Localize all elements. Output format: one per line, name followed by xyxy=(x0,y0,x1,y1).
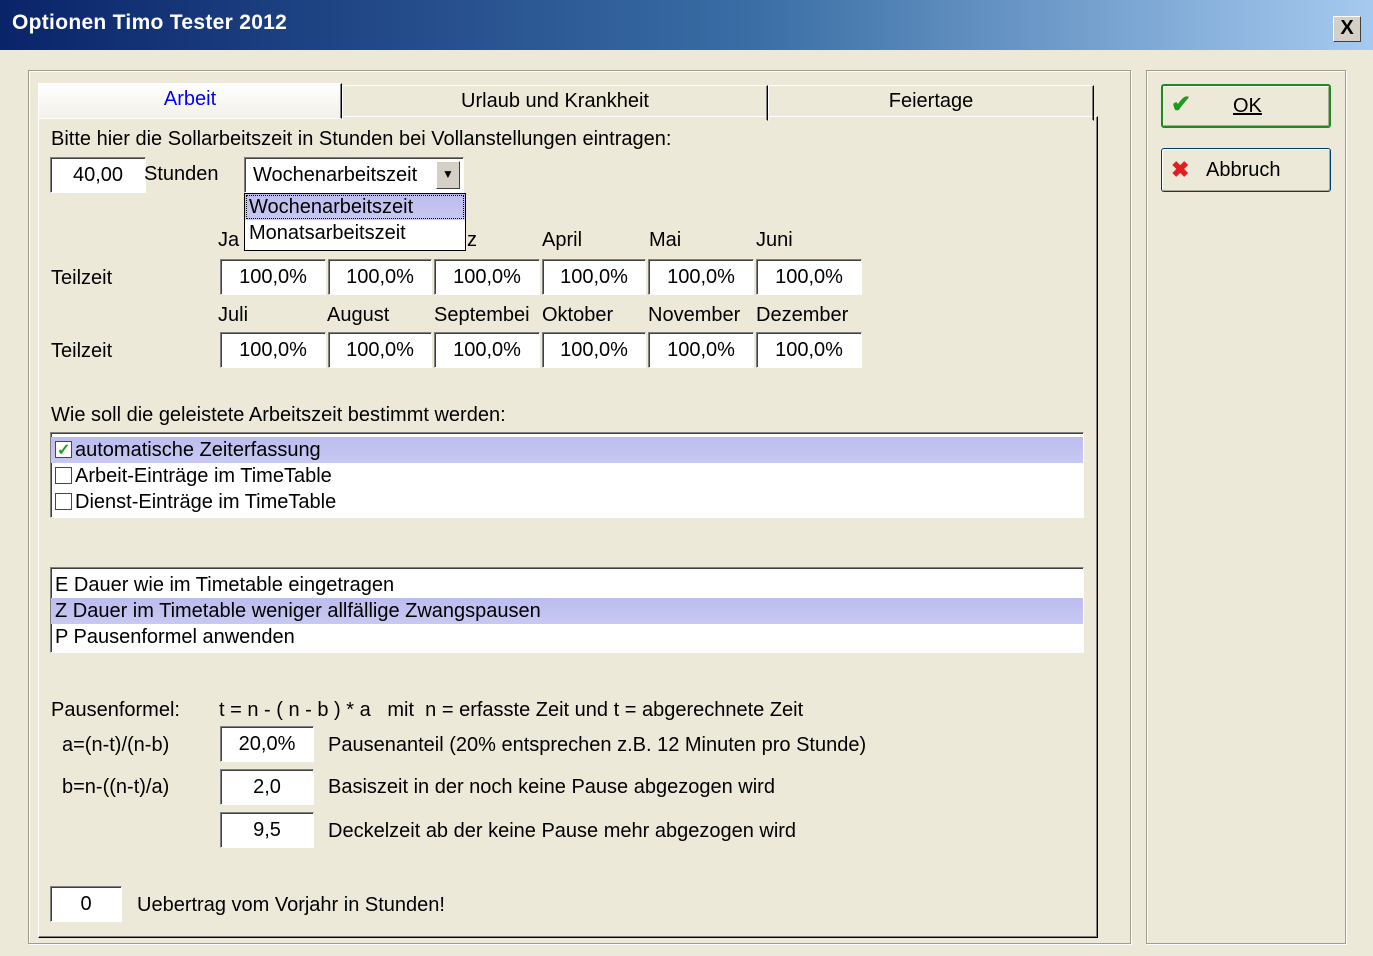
month-label-jun: Juni xyxy=(756,229,793,251)
teilzeit-mar[interactable]: 100,0% xyxy=(434,259,540,295)
cancel-button[interactable]: ✖ Abbruch xyxy=(1161,148,1331,192)
a-label: a=(n-t)/(n-b) xyxy=(62,734,170,756)
dropdown-arrow-icon[interactable]: ▼ xyxy=(436,161,460,189)
teilzeit-label-1: Teilzeit xyxy=(51,267,113,289)
teilzeit-sep[interactable]: 100,0% xyxy=(434,332,540,368)
duration-listbox[interactable]: E Dauer wie im Timetable eingetragen Z D… xyxy=(50,567,1084,653)
teilzeit-oct[interactable]: 100,0% xyxy=(542,332,646,368)
worktime-mode-dropdown: Wochenarbeitszeit Monatsarbeitszeit xyxy=(244,193,466,251)
ok-button[interactable]: ✔ OK xyxy=(1161,84,1331,128)
checkbox-unchecked-icon[interactable] xyxy=(55,493,72,510)
b-input[interactable]: 2,0 xyxy=(220,769,314,805)
checklist-item-automatic[interactable]: ✓ automatische Zeiterfassung xyxy=(51,437,1083,463)
checkbox-unchecked-icon[interactable] xyxy=(55,467,72,484)
formula-label: Pausenformel: xyxy=(51,699,180,721)
red-x-icon: ✖ xyxy=(1171,157,1190,182)
intro-text: Bitte hier die Sollarbeitszeit in Stunde… xyxy=(51,128,672,150)
list-item[interactable]: P Pausenformel anwenden xyxy=(51,624,1083,650)
cap-description: Deckelzeit ab der keine Pause mehr abgez… xyxy=(328,820,797,842)
close-button[interactable]: X xyxy=(1333,16,1361,42)
month-label-nov: November xyxy=(648,304,741,326)
month-label-mar: z xyxy=(467,229,477,251)
formula-text: t = n - ( n - b ) * a mit n = erfasste Z… xyxy=(219,699,804,721)
checklist-item-arbeit[interactable]: Arbeit-Einträge im TimeTable xyxy=(51,463,1083,489)
carryover-input[interactable]: 0 xyxy=(50,886,122,922)
button-group xyxy=(1146,70,1346,944)
month-label-jan: Ja xyxy=(218,229,240,251)
teilzeit-feb[interactable]: 100,0% xyxy=(328,259,432,295)
dropdown-option-wochenarbeitszeit[interactable]: Wochenarbeitszeit xyxy=(245,194,465,220)
hours-input[interactable]: 40,00 xyxy=(50,157,146,193)
checklist-label: Arbeit-Einträge im TimeTable xyxy=(75,465,332,487)
teilzeit-label-2: Teilzeit xyxy=(51,340,113,362)
worktime-mode-value: Wochenarbeitszeit xyxy=(253,164,418,186)
checklist-label: automatische Zeiterfassung xyxy=(75,439,321,461)
ok-label: OK xyxy=(1233,95,1262,117)
month-label-dec: Dezember xyxy=(756,304,849,326)
teilzeit-apr[interactable]: 100,0% xyxy=(542,259,646,295)
teilzeit-nov[interactable]: 100,0% xyxy=(648,332,754,368)
month-label-sep: Septembei xyxy=(434,304,530,326)
checklist-item-dienst[interactable]: Dienst-Einträge im TimeTable xyxy=(51,489,1083,515)
tab-arbeit[interactable]: Arbeit xyxy=(38,83,342,119)
b-label: b=n-((n-t)/a) xyxy=(62,776,170,798)
teilzeit-jun[interactable]: 100,0% xyxy=(756,259,862,295)
checkmark-icon: ✔ xyxy=(1171,91,1192,118)
hours-unit-label: Stunden xyxy=(144,163,219,185)
month-label-aug: August xyxy=(327,304,390,326)
window-title: Optionen Timo Tester 2012 xyxy=(12,11,288,34)
month-label-may: Mai xyxy=(649,229,682,251)
teilzeit-aug[interactable]: 100,0% xyxy=(328,332,432,368)
teilzeit-may[interactable]: 100,0% xyxy=(648,259,754,295)
determination-question: Wie soll die geleistete Arbeitszeit best… xyxy=(51,404,506,426)
cap-input[interactable]: 9,5 xyxy=(220,812,314,848)
dropdown-option-monatsarbeitszeit[interactable]: Monatsarbeitszeit xyxy=(245,220,465,246)
teilzeit-jan[interactable]: 100,0% xyxy=(220,259,326,295)
cancel-label: Abbruch xyxy=(1206,159,1281,181)
tab-feiertage[interactable]: Feiertage xyxy=(768,85,1094,121)
determination-checklist[interactable]: ✓ automatische Zeiterfassung Arbeit-Eintr… xyxy=(50,432,1084,518)
list-item[interactable]: E Dauer wie im Timetable eingetragen xyxy=(51,572,1083,598)
a-description: Pausenanteil (20% entsprechen z.B. 12 Mi… xyxy=(328,734,867,756)
carryover-label: Uebertrag vom Vorjahr in Stunden! xyxy=(137,894,445,916)
teilzeit-dec[interactable]: 100,0% xyxy=(756,332,862,368)
month-label-jul: Juli xyxy=(218,304,249,326)
b-description: Basiszeit in der noch keine Pause abgezo… xyxy=(328,776,775,798)
teilzeit-jul[interactable]: 100,0% xyxy=(220,332,326,368)
list-item[interactable]: Z Dauer im Timetable weniger allfällige … xyxy=(51,598,1083,624)
tab-urlaub-krankheit[interactable]: Urlaub und Krankheit xyxy=(342,85,768,121)
month-label-apr: April xyxy=(542,229,583,251)
month-label-oct: Oktober xyxy=(542,304,614,326)
checklist-label: Dienst-Einträge im TimeTable xyxy=(75,491,337,513)
checkbox-checked-icon[interactable]: ✓ xyxy=(55,441,72,459)
a-input[interactable]: 20,0% xyxy=(220,726,314,762)
worktime-mode-select[interactable]: Wochenarbeitszeit xyxy=(244,157,464,193)
